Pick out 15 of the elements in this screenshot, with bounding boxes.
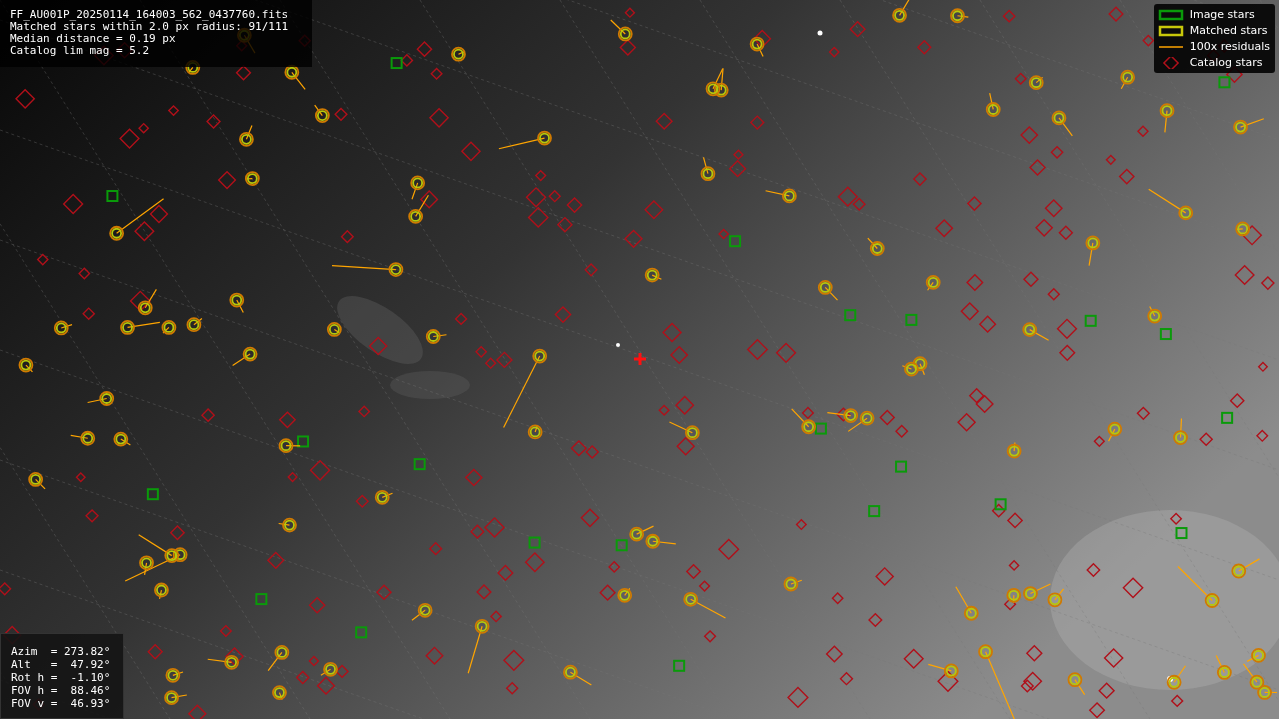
legend-label: Catalog stars xyxy=(1189,56,1263,69)
info-text: FF_AU001P_20250114_164003_562_0437760.fits xyxy=(10,9,290,21)
pointing-text: Alt = 47.92° xyxy=(11,659,112,671)
legend-label: 100x residuals xyxy=(1189,40,1270,53)
info-text: Matched stars within 2.0 px radius: 91/111 xyxy=(10,21,290,33)
info-text: Median distance = 0.19 px xyxy=(10,33,177,45)
info-text: Catalog lim mag = 5.2 xyxy=(10,45,151,57)
pointing-text: FOV v = 46.93° xyxy=(11,698,112,710)
matched-star-square-icon xyxy=(1157,24,1184,37)
image-star-square-icon xyxy=(1157,8,1184,21)
pointing-text: Rot h = -1.10° xyxy=(11,672,112,684)
legend-label: Matched stars xyxy=(1189,24,1268,37)
pointing-text: FOV h = 88.46° xyxy=(11,685,112,697)
legend-label: Image stars xyxy=(1189,8,1255,21)
pointing-text: Azim = 273.82° xyxy=(11,646,112,658)
